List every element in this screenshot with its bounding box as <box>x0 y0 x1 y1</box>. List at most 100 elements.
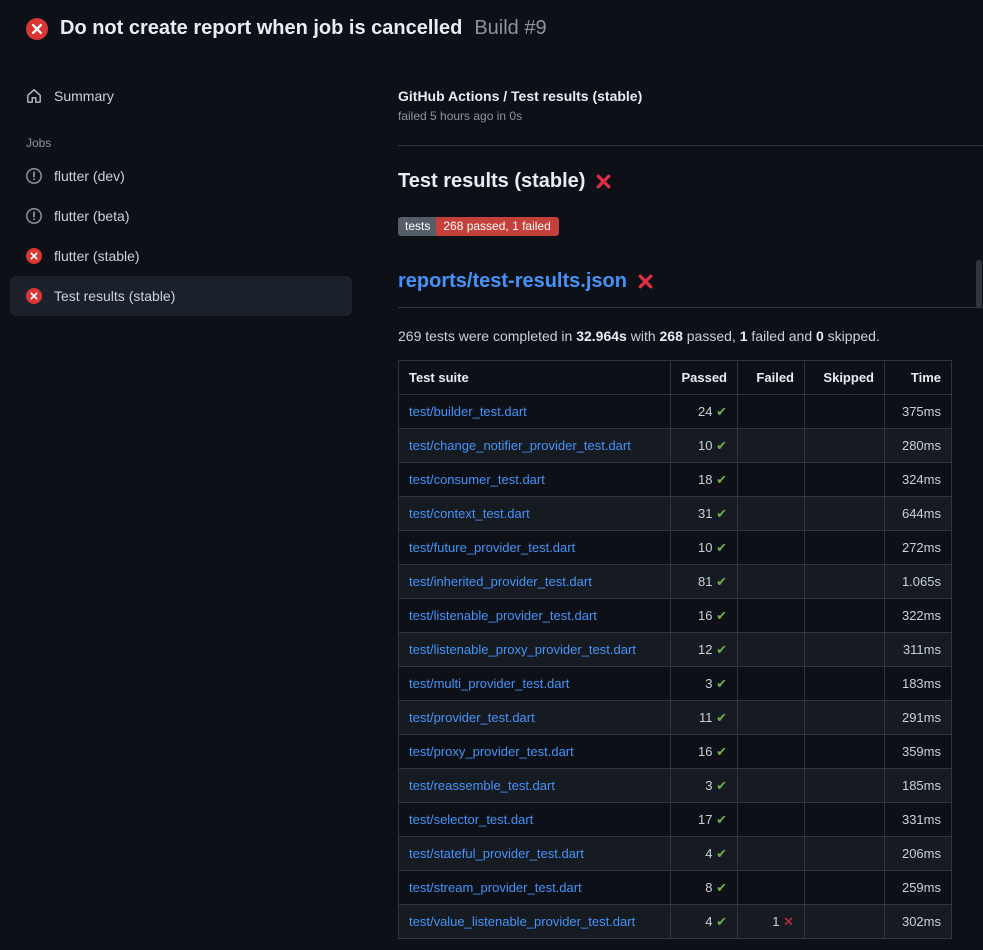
sidebar-item-flutter-beta[interactable]: flutter (beta) <box>10 196 352 236</box>
skipped-cell <box>805 701 885 735</box>
sidebar-item-flutter-stable[interactable]: flutter (stable) <box>10 236 352 276</box>
suite-cell: test/multi_provider_test.dart <box>399 667 671 701</box>
time-cell: 1.065s <box>885 565 952 599</box>
suite-link[interactable]: test/future_provider_test.dart <box>409 540 575 555</box>
passed-cell: 8 ✔ <box>671 871 738 905</box>
suite-link[interactable]: test/inherited_provider_test.dart <box>409 574 592 589</box>
sidebar-item-label: flutter (stable) <box>54 246 140 266</box>
passed-cell: 4 ✔ <box>671 837 738 871</box>
suite-link[interactable]: test/listenable_proxy_provider_test.dart <box>409 642 636 657</box>
sidebar-item-label: Test results (stable) <box>54 286 175 306</box>
report-link[interactable]: reports/test-results.json <box>398 270 627 293</box>
suite-link[interactable]: test/reassemble_test.dart <box>409 778 555 793</box>
suite-cell: test/context_test.dart <box>399 497 671 531</box>
x-circle-icon <box>26 18 48 40</box>
col-header-time: Time <box>885 361 952 395</box>
check-icon: ✔ <box>716 438 727 453</box>
result-row: test/builder_test.dart24 ✔375ms <box>399 395 952 429</box>
suite-link[interactable]: test/proxy_provider_test.dart <box>409 744 574 759</box>
passed-cell: 16 ✔ <box>671 735 738 769</box>
check-icon: ✔ <box>716 574 727 589</box>
skipped-cell <box>805 803 885 837</box>
skipped-cell <box>805 633 885 667</box>
skipped-cell <box>805 769 885 803</box>
sidebar-item-summary[interactable]: Summary <box>10 76 352 116</box>
suite-cell: test/stateful_provider_test.dart <box>399 837 671 871</box>
suite-link[interactable]: test/listenable_provider_test.dart <box>409 608 597 623</box>
results-header-row: Test suite Passed Failed Skipped Time <box>399 361 952 395</box>
badge-label: tests <box>398 217 436 236</box>
suite-cell: test/future_provider_test.dart <box>399 531 671 565</box>
suite-link[interactable]: test/value_listenable_provider_test.dart <box>409 914 635 929</box>
skipped-cell <box>805 871 885 905</box>
failed-cell <box>738 871 805 905</box>
summary-part: 269 tests were completed in <box>398 328 576 344</box>
failed-cell <box>738 531 805 565</box>
col-header-failed: Failed <box>738 361 805 395</box>
time-cell: 272ms <box>885 531 952 565</box>
badge-value: 268 passed, 1 failed <box>436 217 558 236</box>
summary-failed-count: 1 <box>740 328 748 344</box>
time-cell: 324ms <box>885 463 952 497</box>
breadcrumb: GitHub Actions / Test results (stable) <box>398 88 983 104</box>
suite-cell: test/proxy_provider_test.dart <box>399 735 671 769</box>
check-icon: ✔ <box>716 914 727 929</box>
suite-link[interactable]: test/stateful_provider_test.dart <box>409 846 584 861</box>
suite-cell: test/selector_test.dart <box>399 803 671 837</box>
summary-skipped-count: 0 <box>816 328 824 344</box>
run-meta: failed 5 hours ago in 0s <box>398 109 983 123</box>
passed-cell: 16 ✔ <box>671 599 738 633</box>
home-icon <box>26 88 42 104</box>
time-cell: 331ms <box>885 803 952 837</box>
check-icon: ✔ <box>716 540 727 555</box>
skipped-cell <box>805 837 885 871</box>
passed-cell: 10 ✔ <box>671 429 738 463</box>
check-icon: ✔ <box>716 744 727 759</box>
scrollbar-thumb[interactable] <box>976 260 982 308</box>
skipped-cell <box>805 497 885 531</box>
main-content: GitHub Actions / Test results (stable) f… <box>370 50 983 939</box>
check-icon: ✔ <box>716 846 727 861</box>
suite-link[interactable]: test/multi_provider_test.dart <box>409 676 569 691</box>
sidebar-item-label: Summary <box>54 86 114 106</box>
skipped-cell <box>805 735 885 769</box>
result-row: test/proxy_provider_test.dart 16 ✔ 359ms <box>399 735 952 769</box>
result-row: test/context_test.dart31 ✔644ms <box>399 497 952 531</box>
divider <box>398 145 983 146</box>
time-cell: 280ms <box>885 429 952 463</box>
section-heading: Test results (stable) <box>398 170 983 193</box>
suite-link[interactable]: test/consumer_test.dart <box>409 472 545 487</box>
result-row: test/listenable_provider_test.dart 16 ✔ 32… <box>399 599 952 633</box>
result-row: test/reassemble_test.dart3 ✔185ms <box>399 769 952 803</box>
check-icon: ✔ <box>716 880 727 895</box>
failed-cell <box>738 497 805 531</box>
time-cell: 311ms <box>885 633 952 667</box>
passed-cell: 3 ✔ <box>671 667 738 701</box>
alert-circle-icon <box>26 208 42 224</box>
suite-cell: test/listenable_proxy_provider_test.dart <box>399 633 671 667</box>
suite-link[interactable]: test/context_test.dart <box>409 506 530 521</box>
failed-cell <box>738 463 805 497</box>
check-icon: ✔ <box>716 472 727 487</box>
suite-link[interactable]: test/builder_test.dart <box>409 404 527 419</box>
time-cell: 259ms <box>885 871 952 905</box>
sidebar-item-flutter-dev[interactable]: flutter (dev) <box>10 156 352 196</box>
passed-cell: 81 ✔ <box>671 565 738 599</box>
suite-cell: test/listenable_provider_test.dart <box>399 599 671 633</box>
build-number: Build #9 <box>474 17 546 40</box>
suite-link[interactable]: test/stream_provider_test.dart <box>409 880 582 895</box>
time-cell: 359ms <box>885 735 952 769</box>
sidebar-item-test-results-stable[interactable]: Test results (stable) <box>10 276 352 316</box>
time-cell: 322ms <box>885 599 952 633</box>
suite-link[interactable]: test/selector_test.dart <box>409 812 533 827</box>
x-circle-icon <box>26 288 42 304</box>
result-row: test/listenable_proxy_provider_test.dart… <box>399 633 952 667</box>
suite-link[interactable]: test/change_notifier_provider_test.dart <box>409 438 631 453</box>
skipped-cell <box>805 429 885 463</box>
passed-cell: 10 ✔ <box>671 531 738 565</box>
summary-part: skipped. <box>824 328 880 344</box>
suite-cell: test/reassemble_test.dart <box>399 769 671 803</box>
passed-cell: 12 ✔ <box>671 633 738 667</box>
x-circle-icon <box>26 248 42 264</box>
suite-link[interactable]: test/provider_test.dart <box>409 710 535 725</box>
